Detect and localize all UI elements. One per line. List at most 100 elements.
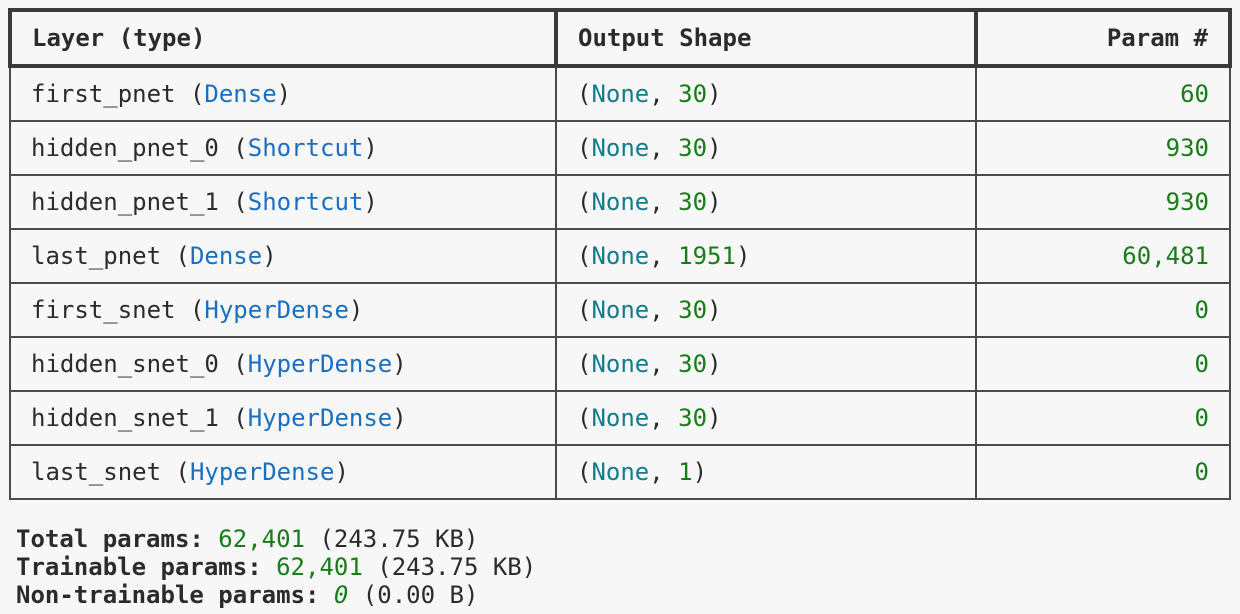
open-paren: ( — [577, 242, 592, 270]
layer-type: HyperDense — [247, 404, 393, 432]
shape-separator: , — [649, 296, 679, 324]
shape-separator: , — [649, 188, 679, 216]
open-paren: ( — [577, 80, 592, 108]
shape-feature-dim: 30 — [678, 80, 708, 108]
close-paren: ) — [363, 134, 378, 162]
close-paren: ) — [392, 350, 407, 378]
open-paren: ( — [175, 458, 190, 486]
output-shape-cell: (None, 30) — [555, 282, 977, 338]
param-cell: 60 — [975, 65, 1231, 122]
shape-batch-dim: None — [591, 296, 650, 324]
layer-cell: hidden_snet_1 (HyperDense) — [9, 390, 557, 446]
param-count: 930 — [1165, 134, 1209, 162]
table-row: hidden_snet_0 (HyperDense) (None, 30) 0 — [9, 336, 1231, 392]
header-param: Param # — [974, 8, 1232, 68]
open-paren: ( — [189, 296, 205, 324]
shape-batch-dim: None — [591, 188, 650, 216]
layer-type: HyperDense — [204, 296, 349, 324]
total-params-size: (243.75 KB) — [319, 525, 479, 553]
shape-batch-dim: None — [591, 458, 650, 486]
open-paren: ( — [577, 188, 592, 216]
param-cell: 60,481 — [975, 228, 1231, 284]
open-paren: ( — [577, 350, 592, 378]
output-shape-cell: (None, 30) — [555, 174, 977, 230]
non-trainable-params-value: 0 — [333, 581, 349, 609]
open-paren: ( — [233, 404, 248, 432]
close-paren: ) — [707, 188, 722, 216]
table-row: hidden_snet_1 (HyperDense) (None, 30) 0 — [9, 390, 1231, 446]
shape-batch-dim: None — [591, 350, 650, 378]
layer-cell: first_pnet (Dense) — [9, 65, 557, 122]
layer-type: Dense — [189, 242, 263, 270]
shape-feature-dim: 30 — [678, 350, 708, 378]
param-count: 0 — [1194, 296, 1209, 324]
shape-batch-dim: None — [591, 80, 650, 108]
close-paren: ) — [735, 242, 751, 270]
param-count: 60,481 — [1122, 242, 1209, 270]
close-paren: ) — [707, 404, 722, 432]
layer-name: first_snet — [31, 296, 176, 324]
open-paren: ( — [577, 404, 592, 432]
table-row: hidden_pnet_1 (Shortcut) (None, 30) 930 — [9, 174, 1231, 230]
open-paren: ( — [577, 458, 592, 486]
open-paren: ( — [233, 134, 248, 162]
layer-cell: hidden_pnet_0 (Shortcut) — [9, 120, 557, 176]
layer-name: hidden_pnet_0 — [31, 134, 219, 162]
layer-name: first_pnet — [31, 80, 176, 108]
param-totals: Total params: 62,401 (243.75 KB) Trainab… — [16, 525, 536, 609]
output-shape-cell: (None, 30) — [555, 65, 977, 122]
open-paren: ( — [175, 242, 190, 270]
header-output-shape: Output Shape — [554, 8, 978, 68]
open-paren: ( — [189, 80, 205, 108]
param-cell: 0 — [975, 390, 1231, 446]
layer-name: hidden_snet_1 — [31, 404, 219, 432]
output-shape-cell: (None, 1951) — [555, 228, 977, 284]
shape-feature-dim: 30 — [678, 188, 708, 216]
param-cell: 930 — [975, 174, 1231, 230]
layer-name: last_snet — [31, 458, 162, 486]
layer-name: last_pnet — [31, 242, 162, 270]
param-count: 930 — [1165, 188, 1209, 216]
shape-separator: , — [649, 350, 679, 378]
param-count: 0 — [1194, 404, 1209, 432]
shape-separator: , — [649, 80, 679, 108]
param-cell: 0 — [975, 444, 1231, 500]
close-paren: ) — [707, 296, 722, 324]
shape-separator: , — [649, 458, 679, 486]
table-row: hidden_pnet_0 (Shortcut) (None, 30) 930 — [9, 120, 1231, 176]
model-summary-table: Layer (type) Output Shape Param # first_… — [8, 8, 1232, 500]
table-row: first_pnet (Dense) (None, 30) 60 — [9, 65, 1231, 122]
param-cell: 0 — [975, 336, 1231, 392]
shape-feature-dim: 30 — [678, 134, 708, 162]
header-layer: Layer (type) — [8, 8, 558, 68]
table-row: first_snet (HyperDense) (None, 30) 0 — [9, 282, 1231, 338]
output-shape-cell: (None, 30) — [555, 336, 977, 392]
trainable-params-value: 62,401 — [276, 553, 363, 581]
param-count: 60 — [1180, 80, 1209, 108]
trainable-params-size: (243.75 KB) — [377, 553, 537, 581]
shape-feature-dim: 1 — [678, 458, 693, 486]
layer-cell: hidden_snet_0 (HyperDense) — [9, 336, 557, 392]
param-cell: 0 — [975, 282, 1231, 338]
total-params-line: Total params: 62,401 (243.75 KB) — [16, 525, 536, 553]
layer-type: Shortcut — [247, 188, 364, 216]
shape-separator: , — [649, 404, 679, 432]
layer-name: hidden_snet_0 — [31, 350, 219, 378]
open-paren: ( — [577, 134, 592, 162]
close-paren: ) — [276, 80, 292, 108]
layer-cell: last_snet (HyperDense) — [9, 444, 557, 500]
shape-feature-dim: 30 — [678, 296, 708, 324]
open-paren: ( — [233, 188, 248, 216]
shape-batch-dim: None — [591, 134, 650, 162]
param-count: 0 — [1194, 350, 1209, 378]
table-row: last_pnet (Dense) (None, 1951) 60,481 — [9, 228, 1231, 284]
table-row: last_snet (HyperDense) (None, 1) 0 — [9, 444, 1231, 500]
shape-feature-dim: 30 — [678, 404, 708, 432]
close-paren: ) — [392, 404, 407, 432]
shape-batch-dim: None — [591, 242, 650, 270]
layer-type: Shortcut — [247, 134, 364, 162]
param-count: 0 — [1194, 458, 1209, 486]
output-shape-cell: (None, 30) — [555, 120, 977, 176]
shape-feature-dim: 1951 — [678, 242, 736, 270]
trainable-params-line: Trainable params: 62,401 (243.75 KB) — [16, 553, 536, 581]
